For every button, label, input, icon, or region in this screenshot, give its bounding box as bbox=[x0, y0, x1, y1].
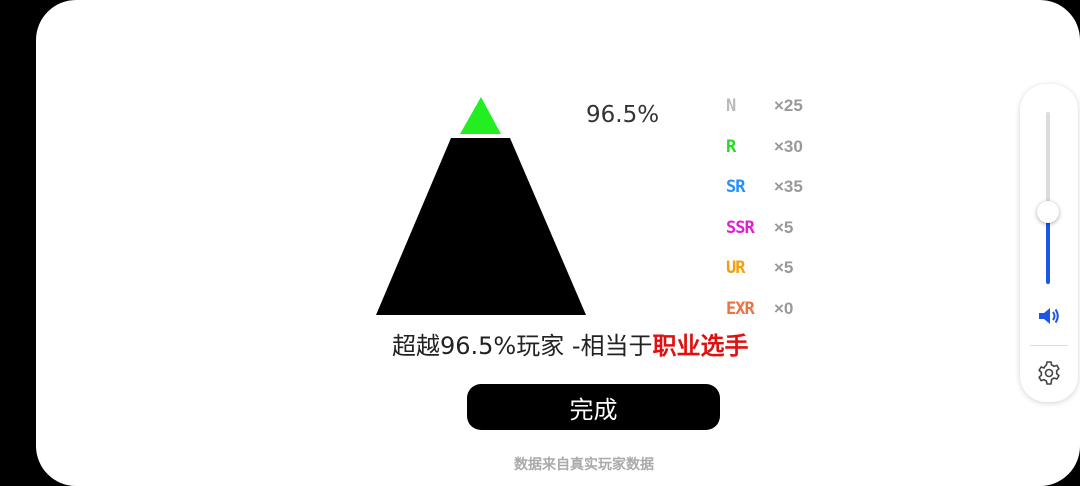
rarity-count: ×0 bbox=[774, 298, 794, 318]
rarity-badge: EXR bbox=[726, 298, 755, 319]
rarity-badge: R bbox=[726, 136, 736, 157]
rarity-row: R ×30 bbox=[726, 127, 836, 168]
rarity-count: ×35 bbox=[774, 177, 803, 197]
gear-icon[interactable] bbox=[1036, 360, 1062, 386]
done-button[interactable]: 完成 bbox=[467, 384, 720, 430]
screen: 96.5% N ×25 R ×30 SR ×35 SSR ×5 UR ×5 EXR ×0 超越96.5… bbox=[0, 0, 1080, 486]
rarity-badge: SSR bbox=[726, 217, 755, 238]
rarity-list: N ×25 R ×30 SR ×35 SSR ×5 UR ×5 EXR ×0 bbox=[726, 86, 836, 329]
rarity-row: EXR ×0 bbox=[726, 289, 836, 330]
rarity-count: ×30 bbox=[774, 136, 803, 156]
rarity-count: ×25 bbox=[774, 96, 803, 116]
summary-rank: 职业选手 bbox=[652, 332, 749, 360]
rarity-row: SSR ×5 bbox=[726, 208, 836, 249]
summary-text: 超越96.5%玩家 -相当于职业选手 bbox=[392, 326, 749, 361]
rarity-badge: SR bbox=[726, 177, 745, 198]
rarity-count: ×5 bbox=[774, 258, 794, 278]
volume-slider-thumb[interactable] bbox=[1037, 201, 1059, 223]
speaker-icon[interactable] bbox=[1037, 305, 1061, 327]
percent-label: 96.5% bbox=[586, 102, 660, 128]
rank-pyramid bbox=[376, 97, 586, 315]
data-source-note: 数据来自真实玩家数据 bbox=[514, 457, 654, 473]
rarity-row: SR ×35 bbox=[726, 167, 836, 208]
panel-divider bbox=[1030, 345, 1068, 346]
pyramid-body bbox=[376, 138, 586, 315]
rarity-badge: UR bbox=[726, 258, 745, 279]
pyramid-top-segment bbox=[460, 97, 501, 134]
rarity-badge: N bbox=[726, 96, 736, 117]
rarity-row: UR ×5 bbox=[726, 248, 836, 289]
result-card: 96.5% N ×25 R ×30 SR ×35 SSR ×5 UR ×5 EXR ×0 超越96.5… bbox=[36, 0, 1080, 486]
volume-panel bbox=[1020, 84, 1078, 402]
rarity-row: N ×25 bbox=[726, 86, 836, 127]
summary-prefix: 超越96.5%玩家 -相当于 bbox=[392, 332, 653, 360]
rarity-count: ×5 bbox=[774, 217, 794, 237]
